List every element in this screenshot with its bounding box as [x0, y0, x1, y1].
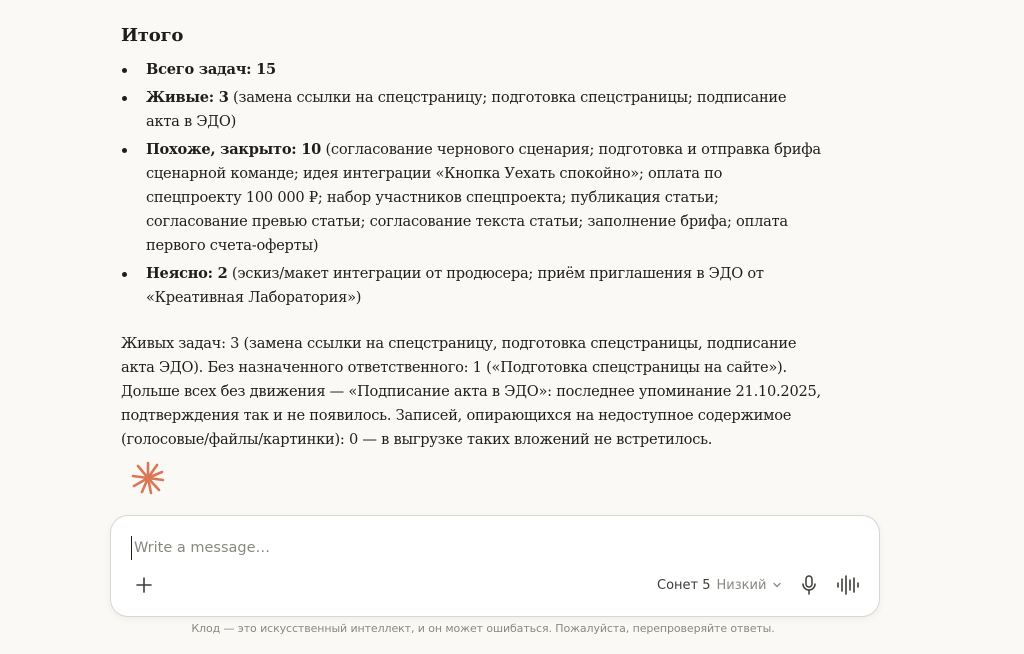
summary-item-details: (замена ссылки на спецстраницу; подготов… [146, 89, 787, 130]
chevron-down-icon [773, 582, 782, 588]
summary-item-label: Живые: 3 [146, 89, 229, 106]
summary-item-label: Всего задач: 15 [146, 61, 276, 78]
microphone-icon[interactable] [799, 574, 819, 596]
plus-icon[interactable] [133, 574, 155, 596]
summary-item-unclear: Неясно: 2 (эскиз/макет интеграции от про… [121, 262, 821, 310]
summary-item-details: (эскиз/макет интеграции от продюсера; пр… [146, 265, 764, 306]
message-composer: Сонет 5 Низкий [110, 515, 880, 617]
summary-item-closed: Похоже, закрыто: 10 (согласование чернов… [121, 138, 821, 258]
summary-item-total: Всего задач: 15 [121, 58, 821, 82]
summary-heading: Итого [121, 25, 184, 46]
model-selector[interactable]: Сонет 5 Низкий [657, 575, 782, 595]
summary-item-label: Неясно: 2 [146, 265, 228, 282]
summary-paragraph: Живых задач: 3 (замена ссылки на спецстр… [121, 335, 821, 448]
assistant-message: Итого Всего задач: 15 Живые: 3 (замена с… [121, 24, 821, 452]
summary-list: Всего задач: 15 Живые: 3 (замена ссылки … [121, 58, 821, 310]
claude-spark-icon [131, 461, 165, 495]
disclaimer: Клод — это искусственный интеллект, и он… [191, 622, 775, 635]
summary-item-alive: Живые: 3 (замена ссылки на спецстраницу;… [121, 86, 821, 134]
summary-item-label: Похоже, закрыто: 10 [146, 141, 322, 158]
message-input[interactable] [131, 536, 831, 560]
effort-level: Низкий [716, 577, 767, 593]
model-name: Сонет 5 [657, 577, 711, 593]
voice-waveform-icon[interactable] [835, 574, 861, 596]
